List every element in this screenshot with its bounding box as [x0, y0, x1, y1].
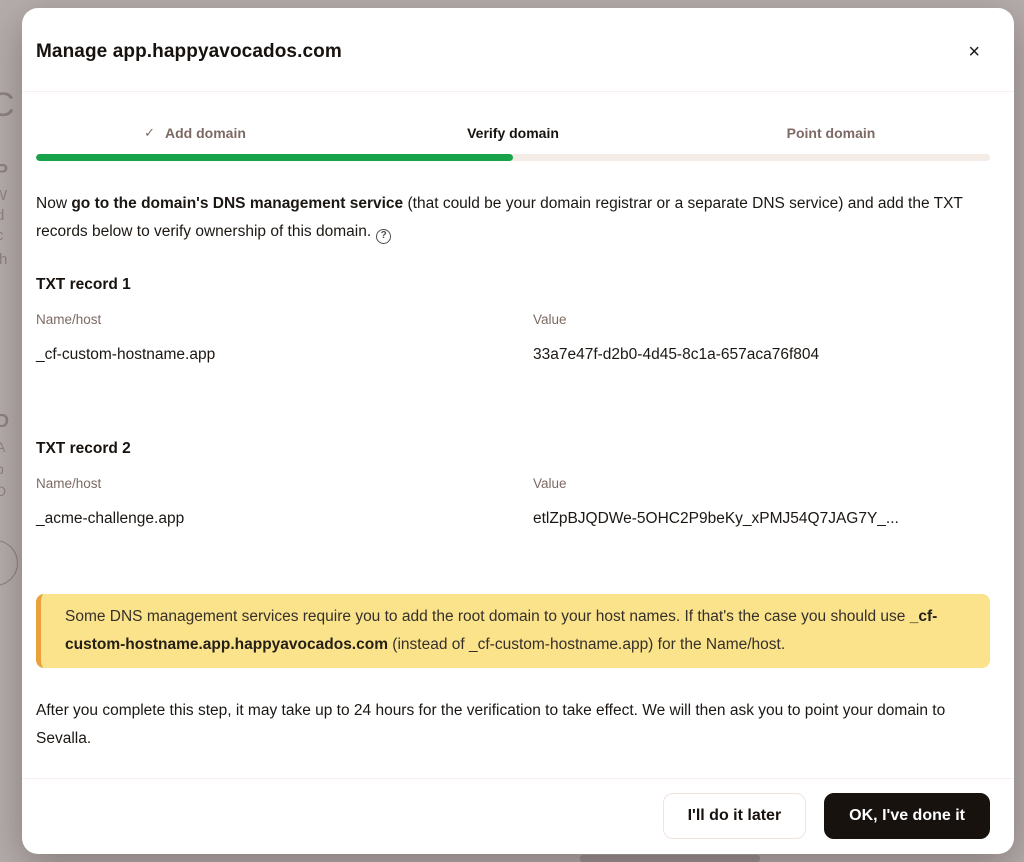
warning-text-pre: Some DNS management services require you…	[65, 608, 910, 625]
intro-text: Now go to the domain's DNS management se…	[36, 190, 990, 246]
close-icon[interactable]: ×	[964, 38, 984, 66]
step-verify-domain: Verify domain	[354, 125, 672, 141]
record-grid: Name/host Value _cf-custom-hostname.app …	[36, 312, 990, 364]
wizard-stepper: ✓ Add domain Verify domain Point domain	[36, 125, 990, 141]
modal-title: Manage app.happyavocados.com	[36, 41, 342, 63]
ok-done-button[interactable]: OK, I've done it	[824, 793, 990, 839]
check-icon: ✓	[144, 125, 155, 141]
progress-fill	[36, 154, 513, 161]
background-avatar-circle	[0, 540, 18, 586]
background-text-fragment: D	[0, 412, 9, 430]
txt-record-1: TXT record 1 Name/host Value _cf-custom-…	[36, 276, 990, 364]
modal-footer: I'll do it later OK, I've done it	[22, 778, 1014, 854]
step-add-domain: ✓ Add domain	[36, 125, 354, 141]
record-title: TXT record 1	[36, 276, 990, 294]
step-label: Point domain	[787, 125, 876, 141]
step-point-domain: Point domain	[672, 125, 990, 141]
dns-warning-callout: Some DNS management services require you…	[36, 594, 990, 668]
step-label: Add domain	[165, 125, 246, 141]
background-element	[580, 855, 760, 862]
modal-body: Now go to the domain's DNS management se…	[22, 161, 1014, 753]
background-text-fragment: C	[0, 88, 15, 122]
intro-text-bold: go to the domain's DNS management servic…	[71, 195, 403, 212]
do-it-later-button[interactable]: I'll do it later	[663, 793, 807, 839]
background-text-fragment: c	[0, 228, 4, 243]
background-text-fragment: A	[0, 440, 5, 454]
name-host-label: Name/host	[36, 476, 533, 491]
background-text-fragment: d	[0, 208, 4, 223]
step-label: Verify domain	[467, 125, 559, 141]
manage-domain-modal: Manage app.happyavocados.com × ✓ Add dom…	[22, 8, 1014, 854]
background-text-fragment: W	[0, 188, 7, 203]
background-text-fragment: D	[0, 484, 6, 498]
value-label: Value	[533, 476, 990, 491]
record-value: 33a7e47f-d2b0-4d45-8c1a-657aca76f804	[533, 346, 990, 364]
background-text-fragment: P	[0, 162, 8, 180]
name-host-label: Name/host	[36, 312, 533, 327]
value-label: Value	[533, 312, 990, 327]
record-grid: Name/host Value _acme-challenge.app etlZ…	[36, 476, 990, 528]
verification-note: After you complete this step, it may tak…	[36, 697, 990, 753]
help-icon[interactable]: ?	[376, 229, 391, 244]
txt-record-2: TXT record 2 Name/host Value _acme-chall…	[36, 440, 990, 528]
record-name-host: _acme-challenge.app	[36, 510, 533, 528]
background-text-fragment: h	[0, 252, 7, 267]
background-text-fragment: b	[0, 462, 4, 476]
modal-header: Manage app.happyavocados.com ×	[22, 8, 1014, 92]
intro-text-pre: Now	[36, 195, 71, 212]
progress-bar	[36, 154, 990, 161]
warning-text-post: (instead of _cf-custom-hostname.app) for…	[388, 636, 785, 653]
record-title: TXT record 2	[36, 440, 990, 458]
record-name-host: _cf-custom-hostname.app	[36, 346, 533, 364]
record-value: etlZpBJQDWe-5OHC2P9beKy_xPMJ54Q7JAG7Y_..…	[533, 510, 990, 528]
